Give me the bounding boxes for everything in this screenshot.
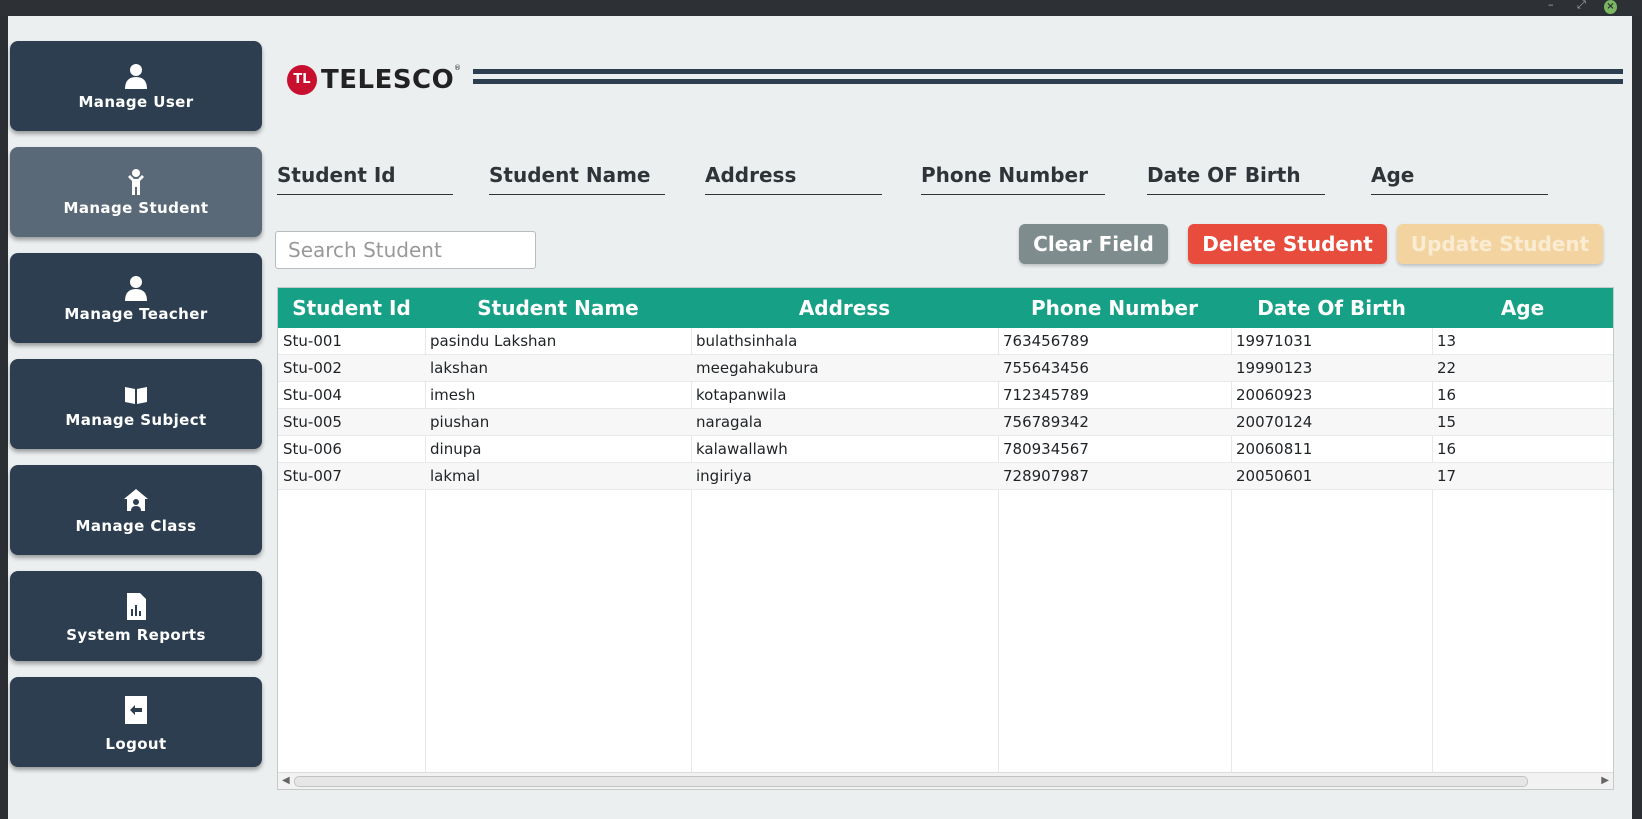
cell-address: ingiriya [696, 467, 752, 485]
user-icon [125, 64, 147, 89]
students-table: Student Id Student Name Address Phone Nu… [277, 287, 1614, 790]
table-row[interactable]: Stu-001 pasindu Lakshan bulathsinhala 76… [278, 328, 1613, 355]
sidebar-item-label: System Reports [66, 626, 206, 644]
date-of-birth-field[interactable]: Date OF Birth [1147, 163, 1325, 195]
age-field[interactable]: Age [1371, 163, 1548, 195]
sidebar-item-system-reports[interactable]: System Reports [10, 571, 262, 661]
sidebar-item-manage-student[interactable]: Manage Student [10, 147, 262, 237]
phone-number-field[interactable]: Phone Number [921, 163, 1105, 195]
sidebar-item-label: Manage Subject [65, 411, 207, 429]
background-editor-strip [0, 16, 8, 819]
sidebar-item-manage-class[interactable]: Manage Class [10, 465, 262, 555]
class-icon [124, 489, 148, 511]
cell-student-name: piushan [430, 413, 490, 431]
scroll-right-icon[interactable]: ▶ [1601, 773, 1609, 789]
cell-student-id: Stu-002 [283, 359, 342, 377]
cell-address: naragala [696, 413, 763, 431]
student-icon [128, 169, 144, 195]
table-row[interactable]: Stu-004 imesh kotapanwila 712345789 2006… [278, 382, 1613, 409]
cell-age: 16 [1437, 440, 1457, 458]
column-header-student-id[interactable]: Student Id [278, 288, 425, 328]
logout-icon [125, 696, 147, 724]
cell-phone-number: 780934567 [1003, 440, 1089, 458]
column-header-address[interactable]: Address [691, 288, 998, 328]
cell-student-id: Stu-007 [283, 467, 342, 485]
logo-text: TELESCO [321, 65, 455, 95]
scrollbar-thumb[interactable] [294, 776, 1528, 787]
table-row[interactable]: Stu-005 piushan naragala 756789342 20070… [278, 409, 1613, 436]
scroll-left-icon[interactable]: ◀ [282, 773, 290, 789]
sidebar-item-logout[interactable]: Logout [10, 677, 262, 767]
horizontal-scrollbar[interactable]: ◀ ▶ [278, 772, 1613, 789]
header-stripe [473, 69, 1623, 74]
cell-student-id: Stu-005 [283, 413, 342, 431]
sidebar-item-label: Manage User [78, 93, 194, 111]
cell-date-of-birth: 20060923 [1236, 386, 1313, 404]
column-header-phone-number[interactable]: Phone Number [998, 288, 1231, 328]
os-title-bar: – ⤢ × [0, 0, 1642, 16]
close-icon[interactable]: × [1604, 0, 1617, 14]
cell-date-of-birth: 19971031 [1236, 332, 1313, 350]
search-input[interactable] [275, 231, 536, 269]
column-header-student-name[interactable]: Student Name [425, 288, 691, 328]
report-icon [127, 593, 146, 620]
cell-address: kalawallawh [696, 440, 788, 458]
cell-age: 15 [1437, 413, 1457, 431]
logo-badge: TL [287, 65, 317, 95]
cell-date-of-birth: 20070124 [1236, 413, 1313, 431]
cell-phone-number: 728907987 [1003, 467, 1089, 485]
header-stripe [473, 79, 1623, 84]
background-editor-strip-right [1632, 16, 1642, 819]
registered-mark: ® [454, 64, 461, 72]
book-icon [125, 387, 147, 404]
table-row[interactable]: Stu-007 lakmal ingiriya 728907987 200506… [278, 463, 1613, 490]
minimize-icon[interactable]: – [1548, 0, 1554, 14]
cell-phone-number: 763456789 [1003, 332, 1089, 350]
cell-date-of-birth: 20060811 [1236, 440, 1313, 458]
cell-student-id: Stu-001 [283, 332, 342, 350]
sidebar-item-manage-subject[interactable]: Manage Subject [10, 359, 262, 449]
cell-date-of-birth: 19990123 [1236, 359, 1313, 377]
cell-student-name: imesh [430, 386, 476, 404]
sidebar-item-label: Logout [105, 735, 167, 753]
delete-student-button[interactable]: Delete Student [1188, 224, 1387, 264]
cell-student-name: dinupa [430, 440, 482, 458]
student-id-field[interactable]: Student Id [277, 163, 453, 195]
teacher-icon [125, 276, 147, 301]
cell-address: kotapanwila [696, 386, 787, 404]
cell-student-name: lakmal [430, 467, 481, 485]
address-field[interactable]: Address [705, 163, 882, 195]
cell-age: 17 [1437, 467, 1457, 485]
cell-age: 16 [1437, 386, 1457, 404]
app-window: Manage User Manage Student Manage Teache… [8, 16, 1632, 819]
column-header-date-of-birth[interactable]: Date Of Birth [1231, 288, 1432, 328]
cell-date-of-birth: 20050601 [1236, 467, 1313, 485]
sidebar-item-label: Manage Class [75, 517, 197, 535]
cell-phone-number: 756789342 [1003, 413, 1089, 431]
cell-age: 13 [1437, 332, 1457, 350]
sidebar-item-manage-teacher[interactable]: Manage Teacher [10, 253, 262, 343]
sidebar-item-manage-user[interactable]: Manage User [10, 41, 262, 131]
cell-student-name: pasindu Lakshan [430, 332, 557, 350]
cell-age: 22 [1437, 359, 1457, 377]
cell-student-id: Stu-006 [283, 440, 342, 458]
cell-address: bulathsinhala [696, 332, 798, 350]
student-name-field[interactable]: Student Name [489, 163, 665, 195]
cell-address: meegahakubura [696, 359, 819, 377]
table-header: Student Id Student Name Address Phone Nu… [278, 288, 1613, 328]
cell-student-name: lakshan [430, 359, 489, 377]
sidebar-item-label: Manage Teacher [64, 305, 208, 323]
maximize-icon[interactable]: ⤢ [1577, 0, 1586, 14]
cell-phone-number: 755643456 [1003, 359, 1089, 377]
table-row[interactable]: Stu-006 dinupa kalawallawh 780934567 200… [278, 436, 1613, 463]
cell-phone-number: 712345789 [1003, 386, 1089, 404]
cell-student-id: Stu-004 [283, 386, 342, 404]
column-header-age[interactable]: Age [1432, 288, 1613, 328]
sidebar-item-label: Manage Student [63, 199, 209, 217]
clear-field-button[interactable]: Clear Field [1019, 224, 1168, 264]
table-row[interactable]: Stu-002 lakshan meegahakubura 755643456 … [278, 355, 1613, 382]
update-student-button[interactable]: Update Student [1397, 224, 1603, 264]
